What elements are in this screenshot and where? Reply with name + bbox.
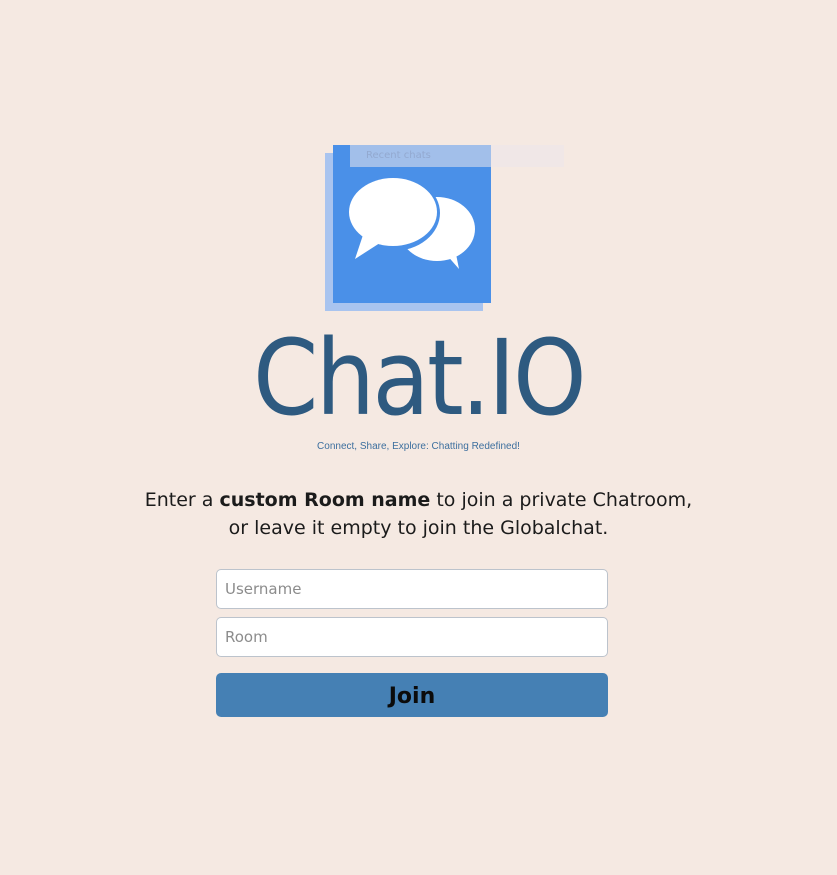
instructions-line1-prefix: Enter a [144, 489, 220, 511]
instructions-text: Enter a custom Room name to join a priva… [0, 486, 837, 542]
app-tagline: Connect, Share, Explore: Chatting Redefi… [317, 441, 520, 452]
join-button[interactable]: Join [216, 673, 608, 717]
app-logo [325, 145, 491, 311]
instructions-highlight: custom Room name [219, 489, 431, 511]
instructions-line1-suffix: to join a private Chatroom, [430, 489, 693, 511]
logo-tile [333, 145, 491, 303]
login-page: Recent chats Chat.IO Connect, Share, Exp… [0, 0, 837, 875]
room-input[interactable] [216, 617, 608, 657]
chat-bubbles-icon [346, 175, 475, 269]
username-input[interactable] [216, 569, 608, 609]
faint-overlay-label: Recent chats [350, 145, 564, 167]
app-title: Chat.IO [253, 317, 587, 439]
instructions-line2: or leave it empty to join the Globalchat… [228, 517, 609, 539]
